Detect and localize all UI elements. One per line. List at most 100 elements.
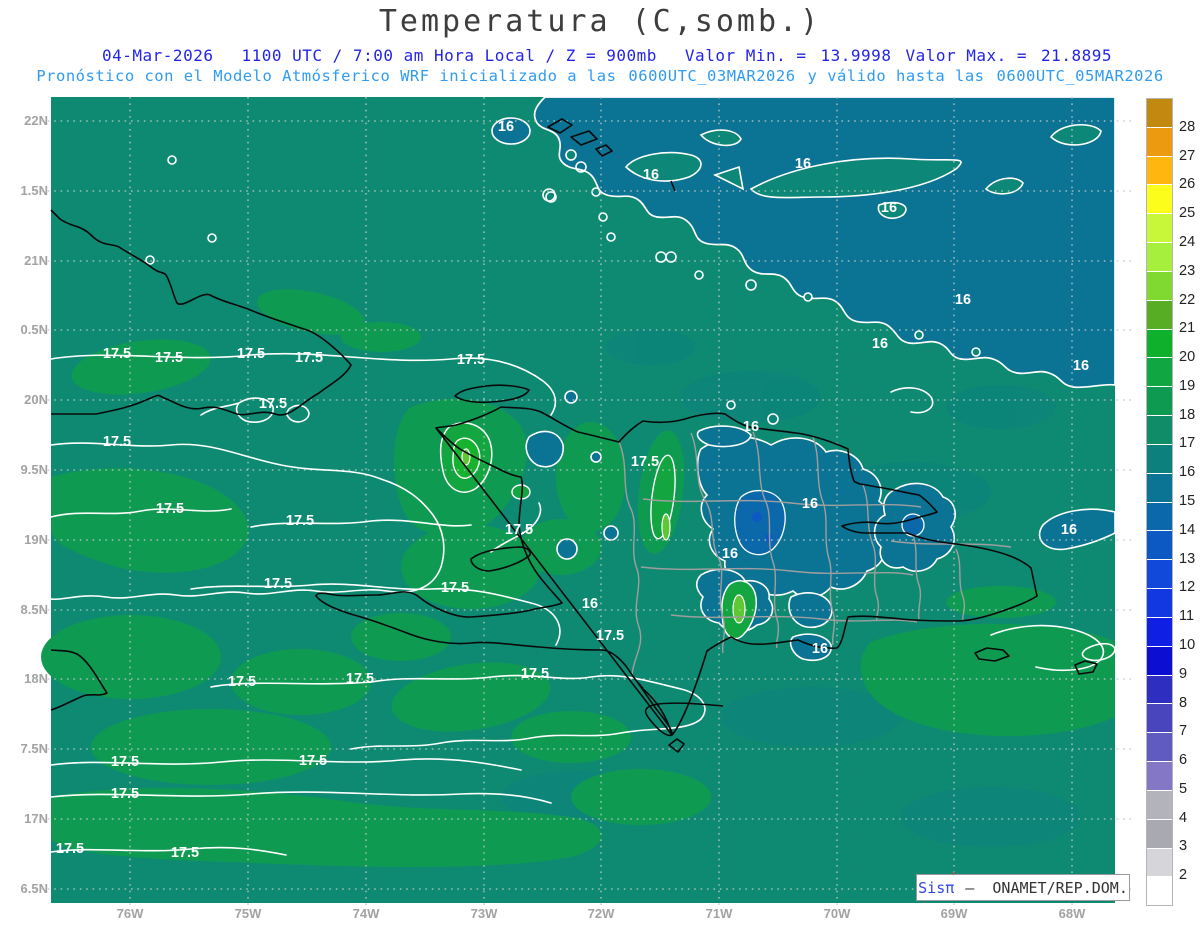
contour-value-label: 17.5 (631, 454, 659, 470)
colorbar-tick-label: 7 (1179, 723, 1188, 740)
temperature-map: 16 16 16 16 16 16 16 16 16 16 16 16 16 17.5 17.5 17.5 17… (35, 96, 1131, 907)
temperature-colorbar (1146, 98, 1173, 906)
max-value-label: Valor Max. = (905, 46, 1028, 65)
colorbar-cell (1147, 328, 1172, 358)
colorbar-tick-label: 18 (1179, 406, 1196, 423)
min-value-label: Valor Min. = (684, 46, 807, 65)
lon-tick-label: 72W (587, 906, 615, 921)
colorbar-cell (1147, 818, 1172, 848)
lat-tick-label: 0.5N (20, 322, 48, 337)
colorbar-cell (1147, 270, 1172, 300)
contour-value-label: 17.5 (346, 671, 374, 687)
contour-value-label: 16 (812, 641, 828, 657)
colorbar-cell (1147, 155, 1172, 185)
colorbar-tick-label: 17 (1179, 435, 1196, 452)
lon-tick-label: 68W (1058, 906, 1086, 921)
colorbar-tick-label: 14 (1179, 521, 1196, 538)
colorbar-cell (1147, 184, 1172, 214)
contour-value-label: 16 (498, 119, 514, 135)
contour-value-label: 16 (881, 200, 897, 216)
page-title: Temperatura (C,somb.) (378, 4, 822, 39)
lon-tick-label: 69W (940, 906, 968, 921)
lon-tick-label: 71W (705, 906, 733, 921)
logo-pi-accent: ´ (949, 871, 958, 887)
lat-tick-label: 8.5N (20, 602, 48, 617)
colorbar-cell (1147, 472, 1172, 502)
colorbar-tick-label: 6 (1179, 752, 1188, 769)
contour-value-label: 17.5 (155, 350, 183, 366)
contour-value-label: 17.5 (505, 522, 533, 538)
colorbar-tick-label: 4 (1179, 809, 1188, 826)
contour-value-label: 16 (722, 546, 738, 562)
weather-map-page: Temperatura (C,somb.) 04-Mar-2026 1100 UT… (0, 0, 1200, 927)
contour-value-label: 17.5 (111, 786, 139, 802)
colorbar-tick-label: 23 (1179, 262, 1196, 279)
colorbar-cell (1147, 559, 1172, 589)
colorbar-cell (1147, 357, 1172, 387)
colorbar-cell (1147, 761, 1172, 790)
colorbar-cell (1147, 213, 1172, 243)
colorbar-tick-label: 26 (1179, 176, 1196, 193)
colorbar-cell (1147, 616, 1172, 646)
min-value: 13.9998 (820, 46, 892, 65)
lat-tick-label: 17N (24, 811, 48, 826)
logo-pi-symbol: π ´ (945, 871, 958, 897)
lat-tick-label: 1.5N (20, 183, 48, 198)
logo-dash (956, 879, 965, 897)
colorbar-tick-label: 22 (1179, 291, 1196, 308)
colorbar-tick-label: 15 (1179, 493, 1196, 509)
contour-value-label: 17.5 (596, 628, 624, 644)
colorbar-tick-label: 3 (1179, 838, 1188, 855)
lat-tick-label: 21N (24, 253, 48, 268)
lon-tick-label: 73W (470, 906, 498, 921)
max-value: 21.8895 (1041, 46, 1112, 65)
colorbar-cell (1147, 415, 1172, 444)
contour-value-label: 17.5 (521, 666, 549, 682)
forecast-time-level: 1100 UTC / 7:00 am Hora Local / Z = 900m… (241, 46, 657, 65)
model-info-line: Pronóstico con el Modelo Atmósferico WRF… (0, 67, 1200, 85)
contour-value-label: 16 (1073, 358, 1089, 374)
colorbar-cell (1147, 530, 1172, 560)
contour-value-label: 17.5 (457, 352, 485, 368)
contour-value-label: 16 (743, 419, 759, 435)
model-init-time: 0600UTC_03MAR2026 (628, 67, 796, 85)
colorbar-tick-label: 10 (1179, 636, 1196, 653)
lat-tick-label: 20N (24, 392, 48, 407)
colorbar-cell (1147, 299, 1172, 329)
colorbar-tick-label: 28 (1179, 118, 1196, 135)
colorbar-cell (1147, 501, 1172, 531)
contour-value-label: 16 (802, 496, 818, 512)
forecast-date: 04-Mar-2026 (102, 46, 214, 65)
colorbar-cell (1147, 645, 1172, 675)
colorbar-tick-label: 9 (1179, 665, 1188, 682)
colorbar-tick-label: 21 (1179, 320, 1196, 337)
contour-value-label: 16 (795, 156, 811, 172)
colorbar-tick-label: 19 (1179, 377, 1196, 394)
contour-value-label: 17.5 (264, 576, 292, 592)
colorbar-cell (1147, 588, 1172, 617)
lat-tick-label: 6.5N (20, 881, 48, 896)
colorbar-tick-label: 16 (1179, 464, 1196, 481)
lon-tick-label: 75W (234, 906, 262, 921)
colorbar-cell (1147, 732, 1172, 762)
model-middle: y válido hasta las (807, 67, 985, 85)
lat-tick-label: 22N (24, 113, 48, 128)
lon-tick-label: 76W (116, 906, 144, 921)
contour-value-label: 17.5 (103, 346, 131, 362)
contour-value-label: 17.5 (441, 580, 469, 596)
colorbar-cell (1147, 126, 1172, 156)
logo-spacer (974, 879, 992, 897)
forecast-datetime-line: 04-Mar-2026 1100 UTC / 7:00 am Hora Local… (0, 46, 1200, 65)
contour-value-label: 17.5 (156, 501, 184, 517)
colorbar-cell (1147, 703, 1172, 733)
contour-value-label: 17.5 (295, 350, 323, 366)
colorbar-tick-label: 5 (1179, 780, 1188, 797)
lat-tick-label: 9.5N (20, 462, 48, 477)
colorbar-tick-label: 8 (1179, 694, 1188, 711)
contour-value-label: 17.5 (111, 754, 139, 770)
logo-org: ONAMET/REP.DOM. (992, 878, 1128, 897)
colorbar-cell (1147, 386, 1172, 416)
colorbar-cell (1147, 443, 1172, 473)
colorbar-cell (1147, 674, 1172, 704)
contour-value-label: 17.5 (259, 396, 287, 412)
